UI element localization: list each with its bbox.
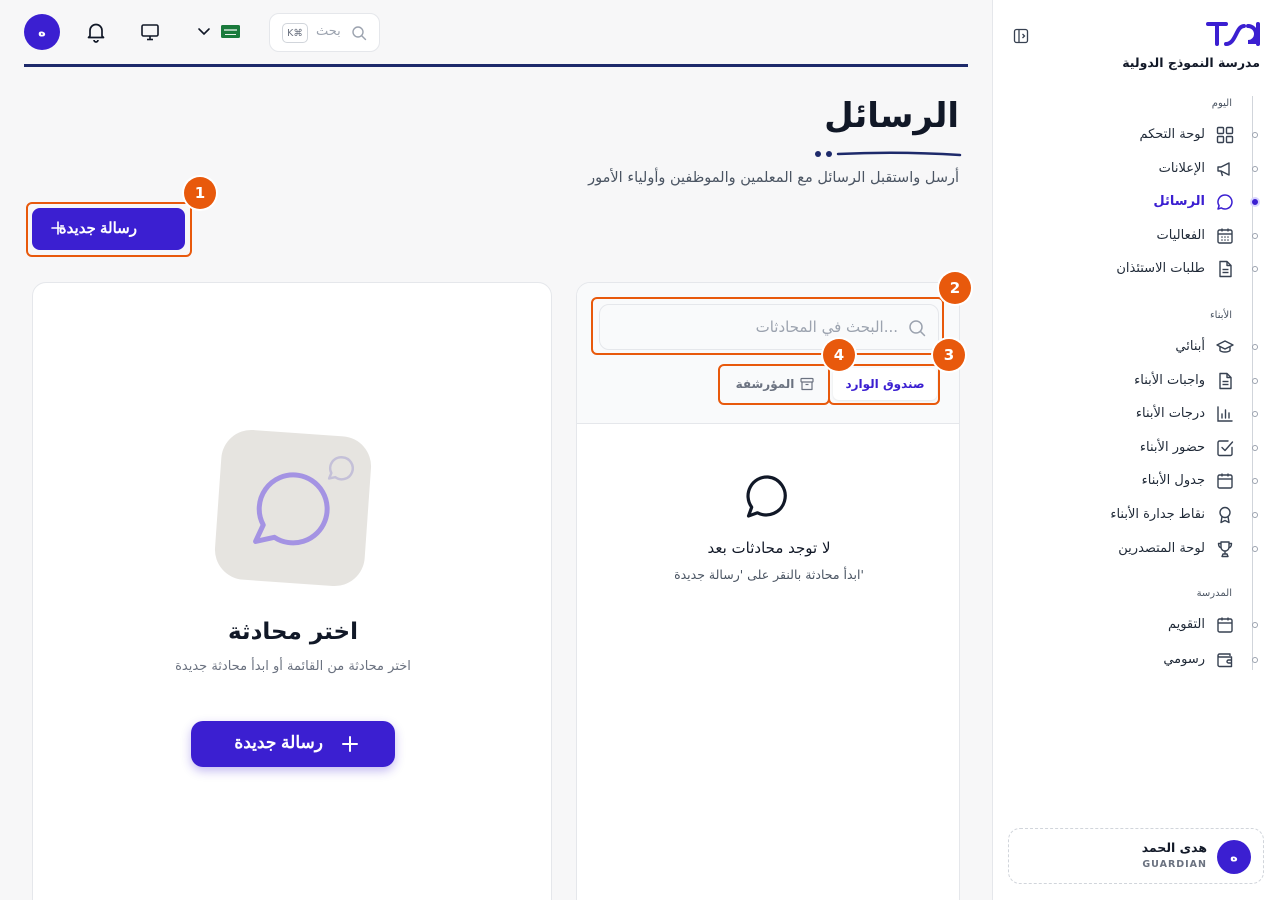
brand-logo — [1206, 22, 1260, 46]
empty-chat-illustration — [212, 427, 374, 589]
page-title: الرسائل — [824, 96, 959, 136]
conversation-detail-panel: اختر محادثة اختر محادثة من القائمة أو اب… — [32, 282, 552, 900]
nav-dot — [1252, 233, 1258, 239]
plus-icon — [342, 736, 358, 752]
start-new-message-label: رسالة جديدة — [234, 733, 323, 752]
bell-icon[interactable] — [84, 20, 108, 44]
megaphone-icon — [1217, 162, 1230, 177]
file-text-icon — [1219, 372, 1232, 390]
page-subtitle: أرسل واستقبل الرسائل مع المعلمين والموظف… — [588, 170, 959, 186]
empty-state-subtitle: ابدأ محادثة بالنقر على 'رسالة جديدة' — [674, 567, 864, 582]
sidebar-item-label: لوحة التحكم — [1139, 127, 1205, 142]
saudi-flag-icon — [221, 25, 240, 38]
sidebar-item-children-homework[interactable]: واجبات الأبناء — [992, 366, 1280, 396]
check-square-icon — [1217, 440, 1234, 457]
nav-dot — [1252, 266, 1258, 272]
search-icon — [352, 26, 367, 41]
sidebar-item-label: جدول الأبناء — [1141, 473, 1205, 488]
user-role: GUARDIAN — [1142, 859, 1207, 870]
sidebar-item-dashboard[interactable]: لوحة التحكم — [992, 120, 1280, 150]
school-name: مدرسة النموذج الدولية — [1122, 55, 1260, 70]
sidebar-item-leave-requests[interactable]: طلبات الاستئذان — [992, 254, 1280, 284]
calendar-icon — [1217, 473, 1233, 489]
sidebar-item-children-attendance[interactable]: حضور الأبناء — [992, 433, 1280, 463]
wallet-icon — [1217, 653, 1233, 668]
sidebar-item-messages[interactable]: الرسائل — [992, 187, 1280, 217]
sidebar-item-calendar[interactable]: التقويم — [992, 610, 1280, 640]
nav-dot — [1252, 166, 1258, 172]
annotation-box-1 — [26, 202, 192, 257]
nav-dot — [1252, 378, 1258, 384]
sidebar-item-label: الرسائل — [1153, 194, 1205, 209]
sidebar-item-my-children[interactable]: أبنائي — [992, 332, 1280, 362]
annotation-badge-1: 1 — [184, 177, 216, 209]
message-circle-icon — [746, 475, 787, 518]
user-profile-card[interactable]: ه هدى الحمد GUARDIAN — [1008, 828, 1264, 884]
sidebar-item-label: حضور الأبناء — [1139, 440, 1205, 455]
sidebar-item-label: واجبات الأبناء — [1134, 373, 1205, 388]
empty-state-title: لا توجد محادثات بعد — [707, 539, 831, 557]
file-text-icon — [1219, 260, 1232, 278]
section-label-children: الأبناء — [1209, 310, 1232, 321]
annotation-badge-2: 2 — [939, 272, 971, 304]
sidebar: مدرسة النموذج الدولية اليوم لوحة التحكم … — [992, 0, 1280, 900]
graduation-cap-icon — [1216, 340, 1234, 353]
search-placeholder: بحث — [316, 24, 341, 39]
section-label-school: المدرسة — [1196, 588, 1232, 599]
sidebar-item-label: أبنائي — [1175, 339, 1205, 354]
small-message-icon — [327, 456, 355, 481]
calendar-grid-icon — [1217, 228, 1233, 244]
user-avatar: ه — [1217, 840, 1251, 874]
sidebar-item-children-schedule[interactable]: جدول الأبناء — [992, 466, 1280, 496]
sidebar-item-label: التقويم — [1167, 617, 1205, 632]
annotation-box-3 — [828, 364, 940, 405]
sidebar-item-events[interactable]: الفعاليات — [992, 221, 1280, 251]
sidebar-item-fees[interactable]: رسومي — [992, 645, 1280, 675]
sidebar-item-label: رسومي — [1163, 652, 1205, 667]
start-new-message-button[interactable]: رسالة جديدة — [191, 721, 395, 767]
sidebar-item-label: درجات الأبناء — [1135, 406, 1205, 421]
sidebar-item-label: لوحة المتصدرين — [1118, 541, 1205, 556]
nav-dot — [1252, 512, 1258, 518]
message-circle-icon — [1217, 194, 1233, 210]
annotation-badge-4: 4 — [823, 339, 855, 371]
sidebar-item-children-grades[interactable]: درجات الأبناء — [992, 399, 1280, 429]
calendar-icon — [1217, 617, 1233, 633]
search-shortcut-hint: K⌘ — [282, 23, 308, 43]
nav-dot — [1252, 445, 1258, 451]
annotation-badge-3: 3 — [933, 339, 965, 371]
nav-dot — [1252, 344, 1258, 350]
award-icon — [1219, 506, 1231, 524]
dashboard-icon — [1216, 126, 1234, 144]
bar-chart-icon — [1217, 406, 1233, 422]
header-divider — [24, 64, 968, 67]
sidebar-item-leaderboard[interactable]: لوحة المتصدرين — [992, 534, 1280, 564]
sidebar-item-label: الفعاليات — [1156, 228, 1205, 243]
sidebar-item-label: نقاط جدارة الأبناء — [1110, 507, 1205, 522]
annotation-box-4 — [718, 364, 830, 405]
global-search[interactable]: K⌘ بحث — [269, 13, 380, 52]
sidebar-collapse-icon[interactable] — [1013, 28, 1029, 44]
nav-dot — [1252, 622, 1258, 628]
nav-dot — [1252, 546, 1258, 552]
title-underline-decoration — [815, 151, 962, 157]
section-label-today: اليوم — [1211, 98, 1232, 109]
detail-empty-title: اختر محادثة — [227, 619, 358, 645]
sidebar-item-announcements[interactable]: الإعلانات — [992, 154, 1280, 184]
sidebar-item-label: الإعلانات — [1158, 161, 1205, 176]
monitor-icon[interactable] — [138, 20, 162, 44]
nav-dot — [1252, 478, 1258, 484]
sidebar-item-children-merit[interactable]: نقاط جدارة الأبناء — [992, 500, 1280, 530]
language-selector[interactable] — [196, 22, 244, 42]
nav-dot — [1252, 657, 1258, 663]
profile-avatar-button[interactable]: ه — [24, 14, 60, 50]
nav-dot — [1252, 411, 1258, 417]
trophy-icon — [1217, 541, 1233, 558]
sidebar-item-label: طلبات الاستئذان — [1116, 261, 1205, 276]
annotation-box-2 — [591, 297, 944, 355]
nav-dot — [1252, 132, 1258, 138]
nav-dot-active — [1250, 197, 1260, 207]
user-name: هدى الحمد — [1141, 840, 1207, 855]
detail-empty-subtitle: اختر محادثة من القائمة أو ابدأ محادثة جد… — [175, 659, 411, 674]
